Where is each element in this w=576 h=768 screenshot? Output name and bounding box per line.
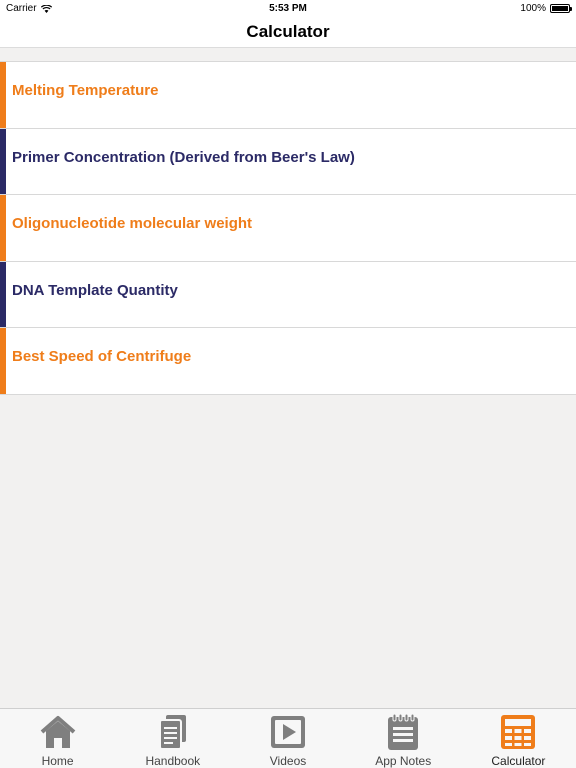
home-icon	[40, 716, 75, 748]
list-item-melting-temperature[interactable]: Melting Temperature	[0, 62, 576, 129]
notes-icon	[388, 713, 419, 750]
video-icon	[271, 716, 305, 748]
list-item-label: Oligonucleotide molecular weight	[12, 215, 253, 233]
tab-home[interactable]: Home	[0, 709, 115, 768]
status-time: 5:53 PM	[269, 3, 307, 14]
accent-bar	[0, 62, 6, 128]
nav-bar: Calculator	[0, 18, 576, 48]
tab-label: App Notes	[375, 754, 432, 768]
status-battery: 100%	[520, 3, 572, 14]
tab-calculator[interactable]: Calculator	[461, 709, 576, 768]
tab-label: Videos	[269, 754, 307, 768]
list-item-primer-concentration[interactable]: Primer Concentration (Derived from Beer'…	[0, 128, 576, 196]
tab-label: Home	[41, 754, 74, 768]
list-item-label: Primer Concentration (Derived from Beer'…	[12, 148, 355, 166]
page-title: Calculator	[246, 22, 330, 41]
tab-bar: Home Handbook Videos App Notes Calculato…	[0, 708, 576, 768]
accent-bar	[0, 328, 6, 394]
tab-handbook[interactable]: Handbook	[115, 709, 230, 768]
accent-bar	[0, 128, 6, 195]
list-item-label: Best Speed of Centrifuge	[12, 348, 192, 366]
battery-icon	[550, 4, 572, 13]
list-item-label: DNA Template Quantity	[12, 281, 178, 299]
tab-videos[interactable]: Videos	[230, 709, 345, 768]
accent-bar	[0, 195, 6, 261]
list-item-dna-template-quantity[interactable]: DNA Template Quantity	[0, 261, 576, 329]
calculator-icon	[501, 715, 536, 749]
status-bar: Carrier 5:53 PM 100%	[0, 0, 576, 18]
tab-label: Handbook	[145, 754, 201, 768]
handbook-icon	[158, 715, 186, 750]
list-item-oligonucleotide-weight[interactable]: Oligonucleotide molecular weight	[0, 195, 576, 262]
list-item-centrifuge-speed[interactable]: Best Speed of Centrifuge	[0, 328, 576, 395]
tab-label: Calculator	[491, 754, 546, 768]
list-item-label: Melting Temperature	[12, 82, 159, 99]
calculator-list: Melting Temperature Primer Concentration…	[0, 61, 576, 395]
tab-app-notes[interactable]: App Notes	[346, 709, 461, 768]
accent-bar	[0, 261, 6, 328]
battery-percent: 100%	[520, 3, 546, 14]
